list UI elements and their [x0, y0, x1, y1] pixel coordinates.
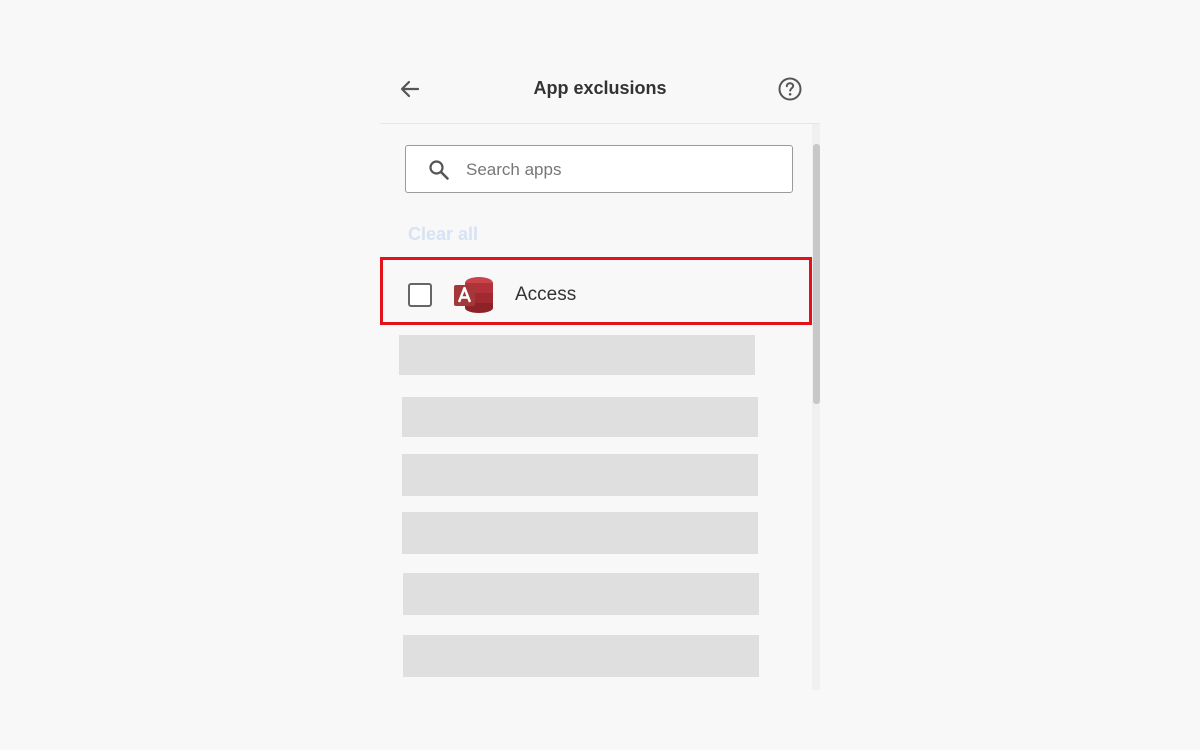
- search-icon: [429, 160, 449, 180]
- app-exclusions-panel: App exclusions Clear all: [380, 58, 820, 690]
- loading-placeholder: [403, 635, 759, 677]
- access-checkbox[interactable]: [408, 283, 432, 307]
- help-button[interactable]: [776, 75, 804, 103]
- microsoft-access-icon: [454, 277, 493, 313]
- app-list-area: Clear all Access: [380, 124, 812, 690]
- scrollbar-thumb[interactable]: [813, 144, 820, 404]
- page: App exclusions Clear all: [0, 0, 1200, 750]
- selection-highlight: [380, 257, 812, 325]
- search-input[interactable]: [464, 146, 778, 194]
- clear-all-link[interactable]: Clear all: [408, 224, 478, 245]
- question-circle-icon: [778, 77, 802, 101]
- loading-placeholder: [399, 335, 755, 375]
- loading-placeholder: [402, 397, 758, 437]
- page-title: App exclusions: [533, 78, 667, 98]
- loading-placeholder: [402, 512, 758, 554]
- loading-placeholder: [403, 573, 759, 615]
- search-box: [405, 145, 793, 194]
- app-name: Access: [515, 284, 577, 305]
- panel-header: App exclusions: [380, 58, 820, 124]
- scrollbar[interactable]: [812, 124, 820, 690]
- loading-placeholder: [402, 454, 758, 496]
- list-item-access[interactable]: Access: [380, 257, 812, 331]
